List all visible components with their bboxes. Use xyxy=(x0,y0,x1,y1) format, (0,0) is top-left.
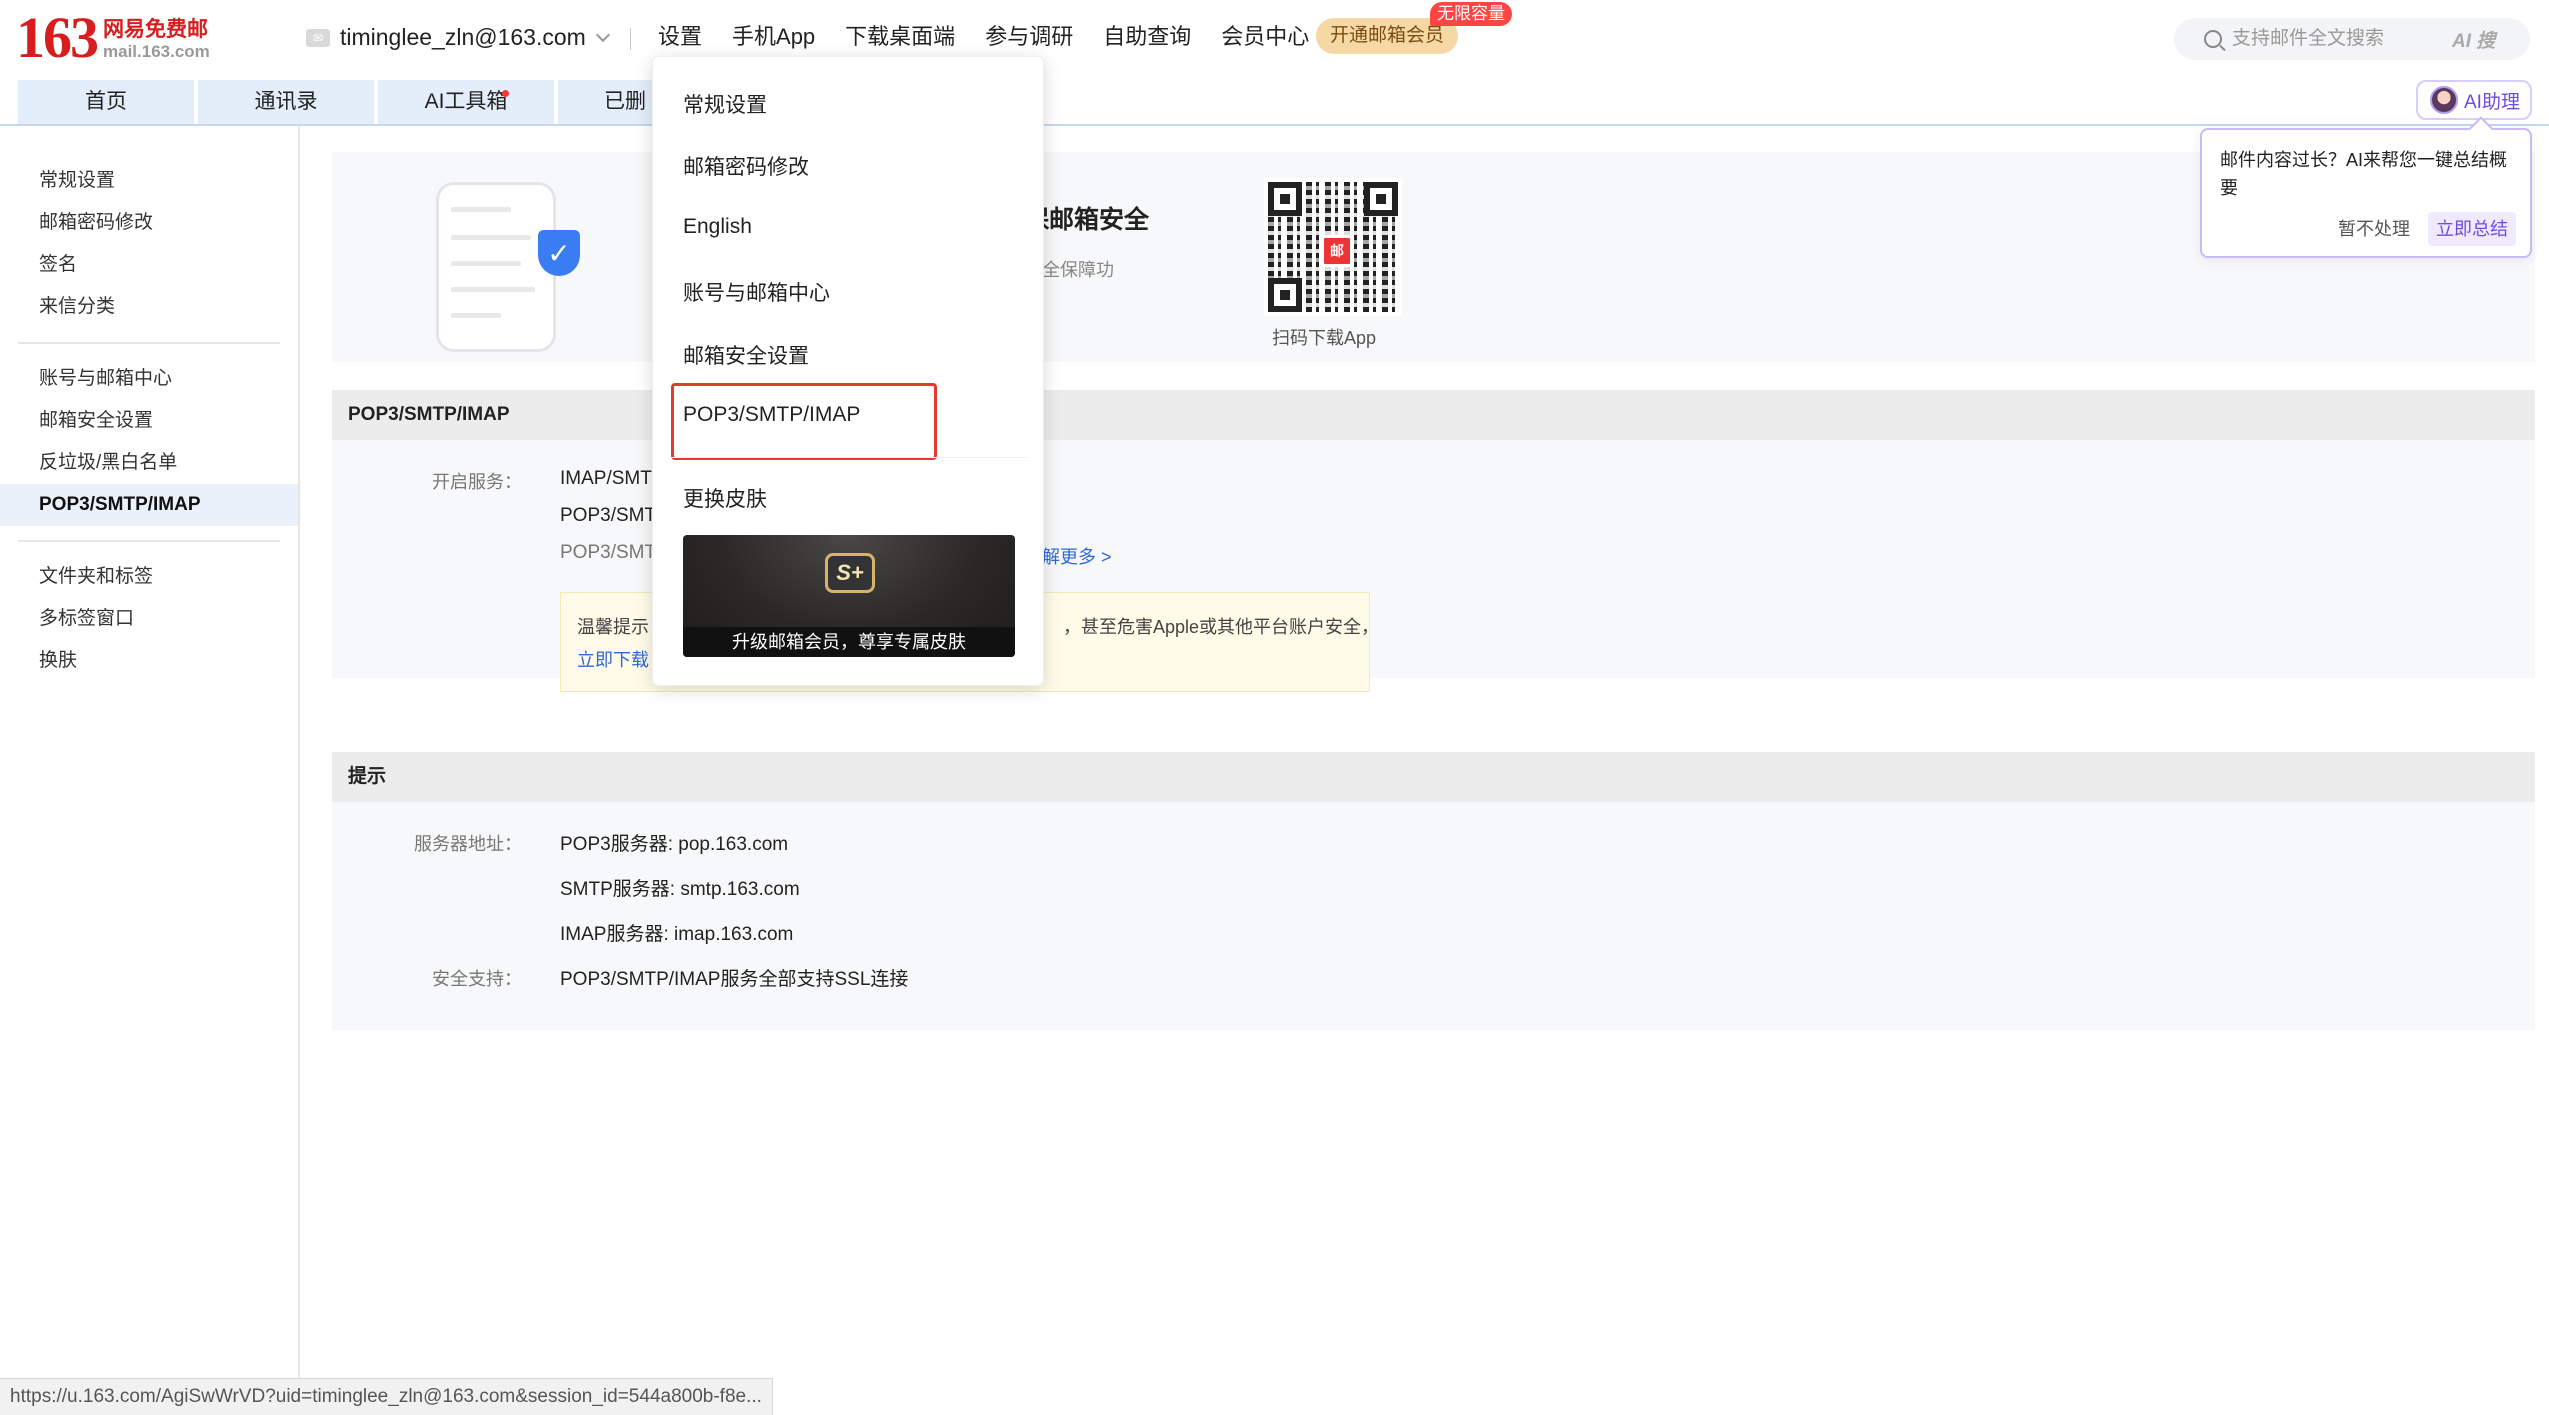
ai-avatar-icon xyxy=(2430,86,2458,114)
phone-illustration xyxy=(436,182,556,352)
top-nav: 设置 手机App 下载桌面端 参与调研 自助查询 会员中心 xyxy=(658,22,1339,52)
tab-contacts[interactable]: 通讯录 xyxy=(198,80,374,124)
divider xyxy=(18,540,280,542)
tab-bar: 首页 通讯录 AI工具箱 已删 xyxy=(18,80,738,124)
dropdown-item-pop3[interactable]: POP3/SMTP/IMAP xyxy=(683,403,860,427)
status-bar-url: https://u.163.com/AgiSwWrVD?uid=timingle… xyxy=(0,1378,773,1415)
splus-logo-icon: S+ xyxy=(825,553,875,593)
dropdown-item-account-center[interactable]: 账号与邮箱中心 xyxy=(683,277,830,307)
account-switcher[interactable]: ✉ timinglee_zln@163.com xyxy=(306,24,610,51)
hint-section: 服务器地址： POP3服务器: pop.163.com SMTP服务器: smt… xyxy=(332,802,2535,1030)
server-label: 服务器地址： xyxy=(414,834,522,854)
logo-en: mail.163.com xyxy=(103,42,210,61)
tip-text: ，甚至危害Apple或其他平台账户安全， xyxy=(1063,617,1380,637)
smtp-server: SMTP服务器: smtp.163.com xyxy=(560,879,800,900)
sidebar-item-account-center[interactable]: 账号与邮箱中心 xyxy=(0,358,298,400)
sidebar-item-security[interactable]: 邮箱安全设置 xyxy=(0,400,298,442)
settings-sidebar: 常规设置 邮箱密码修改 签名 来信分类 账号与邮箱中心 邮箱安全设置 反垃圾/黑… xyxy=(0,126,300,1415)
search-bar[interactable]: AI 搜 xyxy=(2174,18,2530,60)
chevron-down-icon xyxy=(595,27,610,42)
learn-more-link[interactable]: 解更多 > xyxy=(1042,543,1112,569)
section-title-hint: 提示 xyxy=(332,752,2535,802)
nav-self-service[interactable]: 自助查询 xyxy=(1103,22,1191,52)
tab-underline xyxy=(0,124,2549,126)
skin-promo-card[interactable]: S+ 升级邮箱会员，尊享专属皮肤 xyxy=(683,535,1015,657)
search-icon xyxy=(2204,30,2222,48)
dropdown-item-english[interactable]: English xyxy=(683,215,752,239)
service-imap-smtp: IMAP/SMT xyxy=(560,468,652,489)
ai-search-button[interactable]: AI 搜 xyxy=(2452,26,2495,53)
dropdown-item-password[interactable]: 邮箱密码修改 xyxy=(683,151,809,181)
shield-check-icon: ✓ xyxy=(538,230,580,276)
qr-label: 扫码下载App xyxy=(1272,328,1377,348)
ai-popup-skip-button[interactable]: 暂不处理 xyxy=(2338,214,2410,244)
mail-icon: ✉ xyxy=(306,28,330,47)
nav-desktop-download[interactable]: 下载桌面端 xyxy=(845,22,955,52)
sidebar-item-general[interactable]: 常规设置 xyxy=(0,160,298,202)
app-logo-icon: 邮 xyxy=(1321,235,1353,267)
nav-member-center[interactable]: 会员中心 xyxy=(1221,22,1309,52)
sidebar-item-antispam[interactable]: 反垃圾/黑白名单 xyxy=(0,442,298,484)
logo-cn: 网易免费邮 xyxy=(103,18,208,41)
divider xyxy=(630,28,631,50)
dropdown-item-skin[interactable]: 更换皮肤 xyxy=(683,483,767,513)
logo-number: 163 xyxy=(16,5,99,70)
search-input[interactable] xyxy=(2232,28,2442,50)
dropdown-item-general[interactable]: 常规设置 xyxy=(683,89,767,119)
ai-assistant-button[interactable]: AI助理 xyxy=(2416,80,2532,120)
logo[interactable]: 163 网易免费邮 mail.163.com xyxy=(16,5,210,70)
nav-mobile-app[interactable]: 手机App xyxy=(732,22,815,52)
tip-download-link[interactable]: 立即下载 xyxy=(577,646,649,672)
service-pop3-smtp-2: POP3/SMT xyxy=(560,542,657,563)
security-value: POP3/SMTP/IMAP服务全部支持SSL连接 xyxy=(560,969,909,990)
divider xyxy=(18,342,280,344)
tab-ai-toolbox[interactable]: AI工具箱 xyxy=(378,80,554,124)
sidebar-item-signature[interactable]: 签名 xyxy=(0,244,298,286)
ai-summary-popup: 邮件内容过长？AI来帮您一键总结概要 暂不处理 立即总结 xyxy=(2200,128,2532,258)
qr-code: 邮 xyxy=(1264,178,1402,316)
notification-dot xyxy=(502,90,509,97)
sidebar-item-mail-filter[interactable]: 来信分类 xyxy=(0,286,298,328)
settings-dropdown: 常规设置 邮箱密码修改 English 账号与邮箱中心 邮箱安全设置 POP3/… xyxy=(652,56,1044,686)
pop3-server: POP3服务器: pop.163.com xyxy=(560,834,789,855)
vip-badge: 无限容量 xyxy=(1430,2,1512,26)
nav-survey[interactable]: 参与调研 xyxy=(985,22,1073,52)
account-email: timinglee_zln@163.com xyxy=(340,24,586,50)
security-label: 安全支持： xyxy=(432,969,522,989)
ai-popup-text: 邮件内容过长？AI来帮您一键总结概要 xyxy=(2220,150,2508,198)
divider xyxy=(671,457,1027,458)
skin-promo-text: 升级邮箱会员，尊享专属皮肤 xyxy=(683,627,1015,657)
sidebar-item-multi-tab[interactable]: 多标签窗口 xyxy=(0,598,298,640)
dropdown-item-security[interactable]: 邮箱安全设置 xyxy=(683,340,809,370)
service-pop3-smtp: POP3/SMT xyxy=(560,505,657,526)
sidebar-item-password[interactable]: 邮箱密码修改 xyxy=(0,202,298,244)
tab-home[interactable]: 首页 xyxy=(18,80,194,124)
sidebar-item-skin[interactable]: 换肤 xyxy=(0,640,298,682)
sidebar-item-folders[interactable]: 文件夹和标签 xyxy=(0,556,298,598)
ai-popup-summarize-button[interactable]: 立即总结 xyxy=(2428,212,2516,246)
top-bar: 163 网易免费邮 mail.163.com ✉ timinglee_zln@1… xyxy=(0,0,2549,78)
service-label: 开启服务： xyxy=(432,472,522,492)
imap-server: IMAP服务器: imap.163.com xyxy=(560,924,794,945)
sidebar-item-pop3[interactable]: POP3/SMTP/IMAP xyxy=(0,484,298,526)
nav-settings[interactable]: 设置 xyxy=(658,22,702,52)
